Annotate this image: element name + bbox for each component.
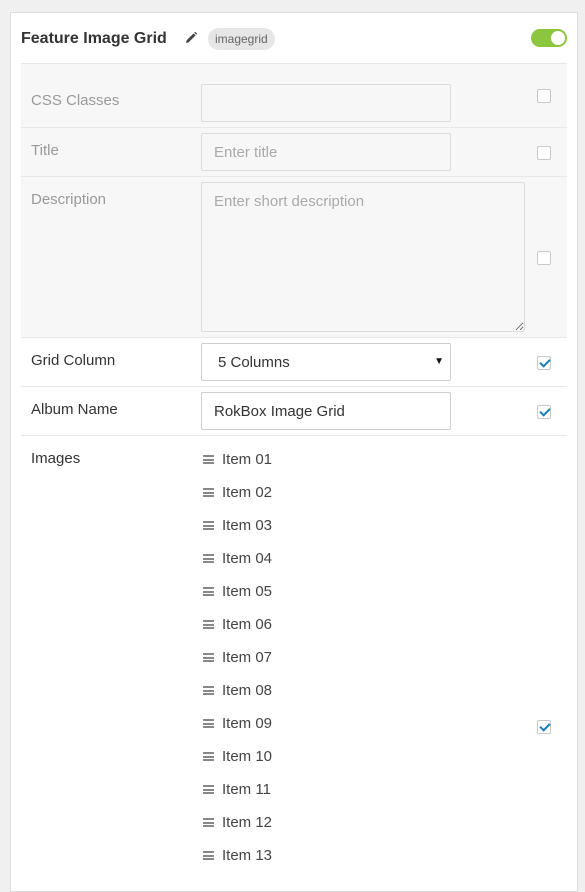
- grid-column-row: Grid Column 5 Columns ▼: [21, 337, 567, 386]
- grid-column-override-checkbox[interactable]: [537, 356, 551, 370]
- image-item-label: Item 03: [222, 517, 273, 534]
- grid-column-label: Grid Column: [31, 352, 116, 369]
- enabled-toggle[interactable]: [531, 29, 567, 47]
- image-list-item[interactable]: Item 01: [201, 450, 401, 470]
- image-list-item[interactable]: Item 10: [201, 747, 401, 767]
- image-list-item[interactable]: Item 11: [201, 780, 401, 800]
- drag-handle-icon[interactable]: [203, 752, 214, 761]
- drag-handle-icon[interactable]: [203, 785, 214, 794]
- drag-handle-icon[interactable]: [203, 521, 214, 530]
- album-name-input[interactable]: [201, 392, 451, 430]
- image-list-item[interactable]: Item 03: [201, 516, 401, 536]
- images-override-checkbox[interactable]: [537, 720, 551, 734]
- drag-handle-icon[interactable]: [203, 851, 214, 860]
- pencil-icon[interactable]: [184, 31, 198, 45]
- drag-handle-icon[interactable]: [203, 587, 214, 596]
- image-list-item[interactable]: Item 12: [201, 813, 401, 833]
- css-classes-input[interactable]: [201, 84, 451, 122]
- image-list-item[interactable]: Item 13: [201, 846, 401, 866]
- drag-handle-icon[interactable]: [203, 620, 214, 629]
- image-list-item[interactable]: Item 04: [201, 549, 401, 569]
- particle-settings-panel: Feature Image Grid imagegrid CSS Classes…: [10, 12, 578, 892]
- title-label: Title: [31, 142, 59, 159]
- title-row: Title: [21, 127, 567, 176]
- image-item-label: Item 12: [222, 814, 273, 831]
- css-classes-label: CSS Classes: [31, 92, 120, 109]
- description-override-checkbox[interactable]: [537, 251, 551, 265]
- image-list-item[interactable]: Item 05: [201, 582, 401, 602]
- drag-handle-icon[interactable]: [203, 686, 214, 695]
- album-name-label: Album Name: [31, 401, 118, 418]
- image-item-label: Item 13: [222, 847, 273, 864]
- image-item-label: Item 02: [222, 484, 273, 501]
- image-list-item[interactable]: Item 06: [201, 615, 401, 635]
- toggle-knob: [551, 31, 565, 45]
- album-name-row: Album Name: [21, 386, 567, 435]
- drag-handle-icon[interactable]: [203, 719, 214, 728]
- css-classes-override-checkbox[interactable]: [537, 89, 551, 103]
- panel-header: Feature Image Grid imagegrid: [11, 13, 577, 63]
- grid-column-selected-value: 5 Columns: [218, 354, 290, 371]
- image-item-label: Item 08: [222, 682, 273, 699]
- title-override-checkbox[interactable]: [537, 146, 551, 160]
- title-input[interactable]: [201, 133, 451, 171]
- drag-handle-icon[interactable]: [203, 455, 214, 464]
- description-row: Description: [21, 176, 567, 337]
- image-item-label: Item 10: [222, 748, 273, 765]
- images-row: Images Item 01 Item 02 Item 03 Item 04 I…: [21, 435, 567, 885]
- image-item-label: Item 01: [222, 451, 273, 468]
- image-item-label: Item 05: [222, 583, 273, 600]
- drag-handle-icon[interactable]: [203, 554, 214, 563]
- css-classes-row: CSS Classes: [21, 63, 567, 127]
- image-item-label: Item 11: [222, 781, 271, 798]
- image-list-item[interactable]: Item 09: [201, 714, 401, 734]
- drag-handle-icon[interactable]: [203, 818, 214, 827]
- grid-column-select[interactable]: 5 Columns ▼: [201, 343, 451, 381]
- drag-handle-icon[interactable]: [203, 488, 214, 497]
- image-list-item[interactable]: Item 07: [201, 648, 401, 668]
- caret-down-icon: ▼: [434, 356, 444, 367]
- image-item-label: Item 07: [222, 649, 273, 666]
- particle-title: Feature Image Grid: [21, 30, 167, 47]
- particle-type-badge: imagegrid: [208, 28, 275, 50]
- image-list-item[interactable]: Item 08: [201, 681, 401, 701]
- album-name-override-checkbox[interactable]: [537, 405, 551, 419]
- image-item-label: Item 06: [222, 616, 273, 633]
- description-textarea[interactable]: [201, 182, 525, 332]
- drag-handle-icon[interactable]: [203, 653, 214, 662]
- description-label: Description: [31, 191, 107, 208]
- image-item-label: Item 09: [222, 715, 273, 732]
- image-item-label: Item 04: [222, 550, 273, 567]
- images-label: Images: [31, 450, 81, 467]
- image-list-item[interactable]: Item 02: [201, 483, 401, 503]
